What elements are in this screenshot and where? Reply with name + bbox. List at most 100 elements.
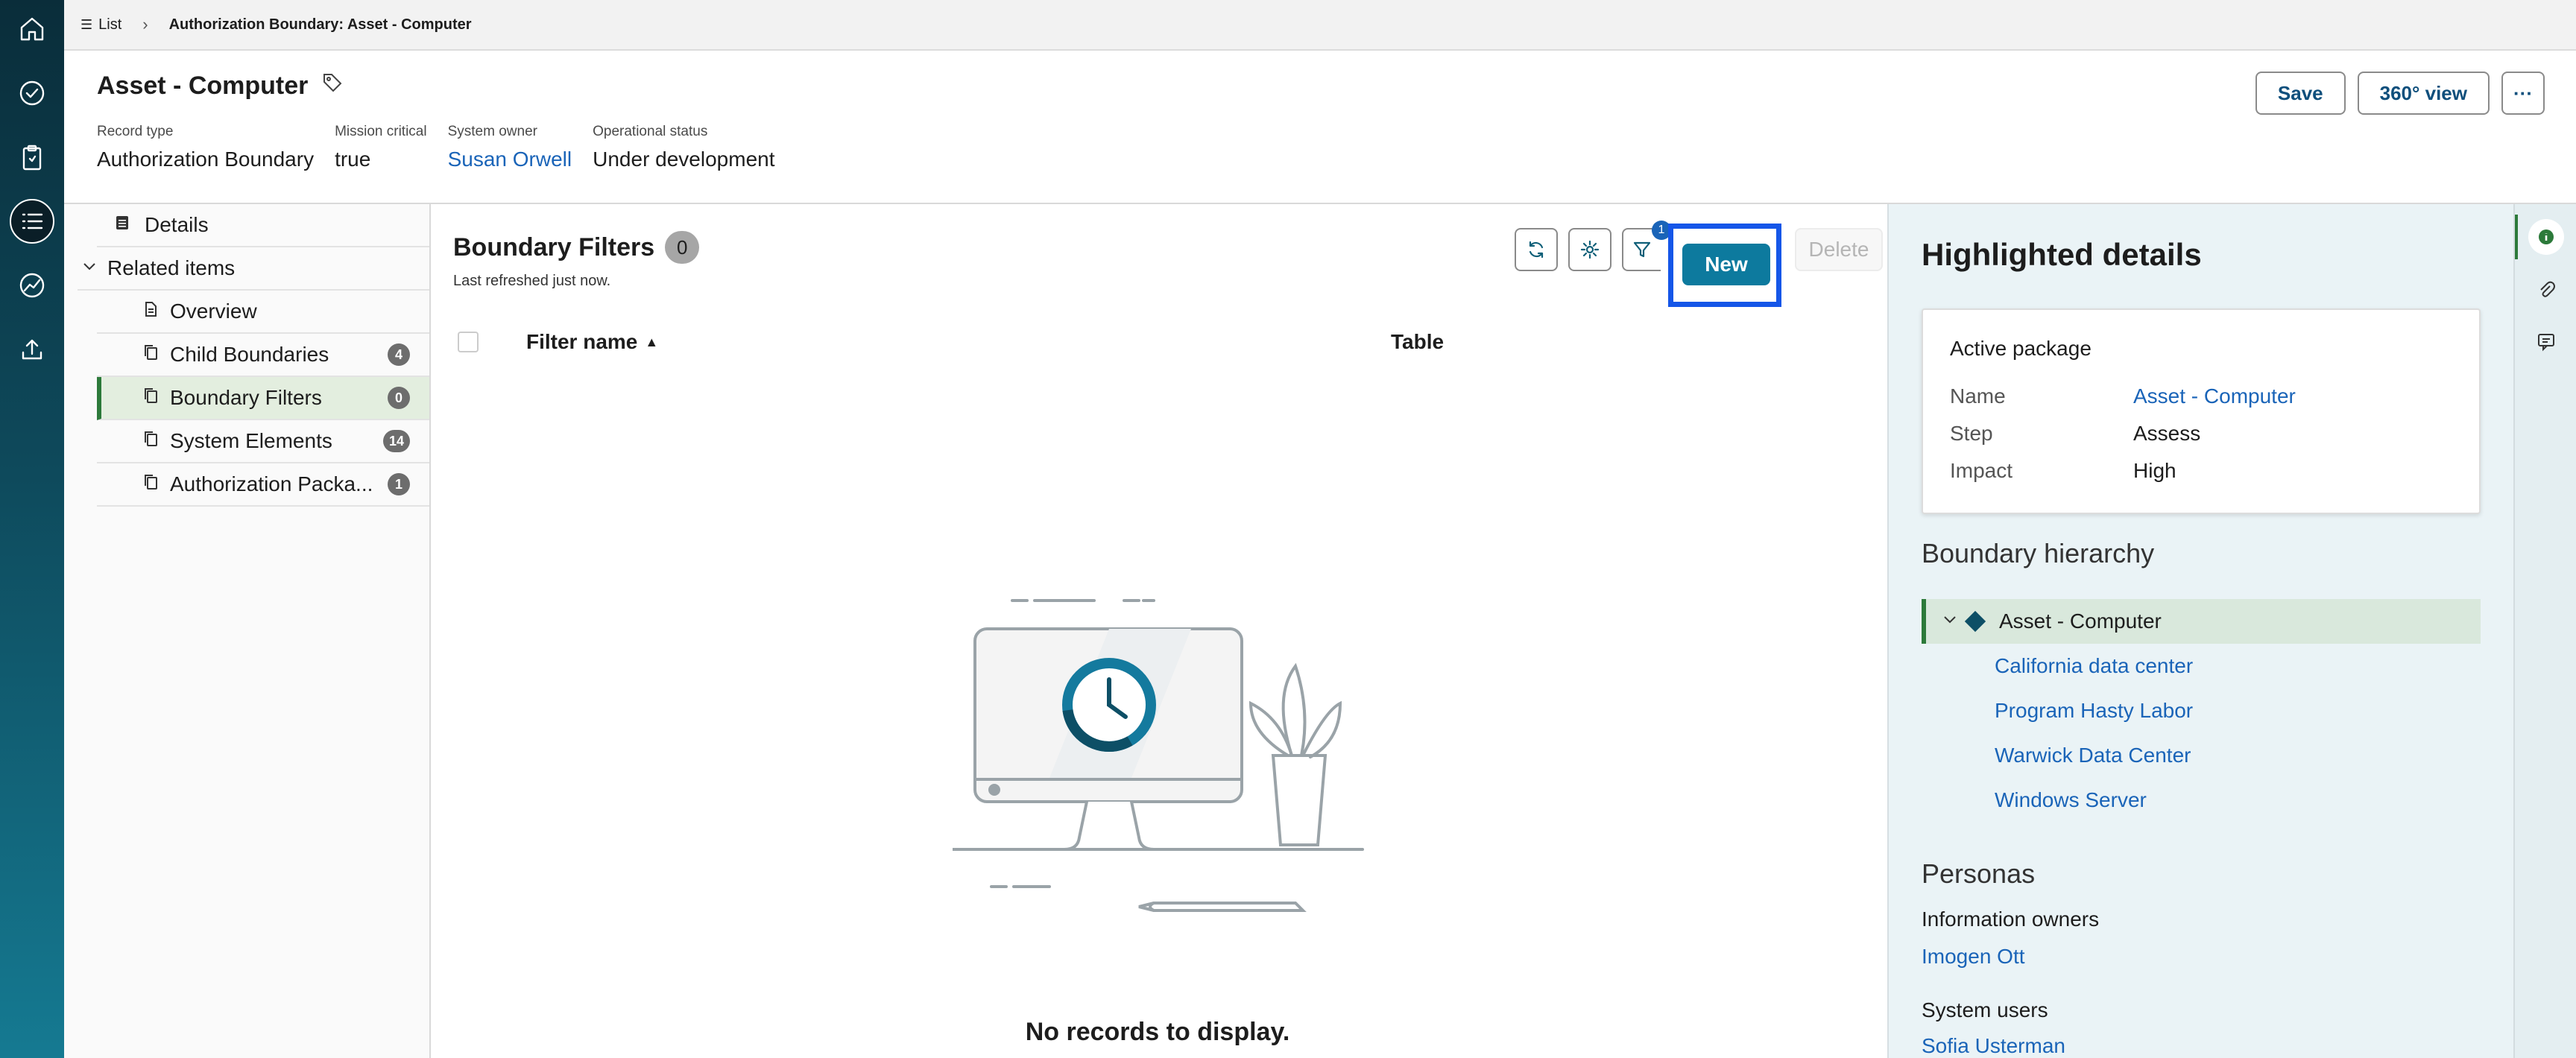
filter-icon <box>1633 241 1651 258</box>
comment-icon[interactable] <box>2528 323 2564 359</box>
header-actions: Save 360° view ··· <box>2255 72 2545 115</box>
record-title-text: Asset - Computer <box>97 72 309 100</box>
field-value: Authorization Boundary <box>97 148 315 171</box>
save-button[interactable]: Save <box>2255 72 2346 115</box>
highlighted-details-panel: Highlighted details Active package Name … <box>1887 204 2513 1058</box>
list-icon[interactable] <box>10 199 54 244</box>
related-item-child-boundaries[interactable]: Child Boundaries 4 <box>97 334 429 377</box>
hierarchy-child-link[interactable]: California data center <box>1995 654 2193 678</box>
gear-icon <box>1580 240 1600 259</box>
card-value: High <box>2133 459 2176 482</box>
highlighted-details-title: Highlighted details <box>1922 237 2202 272</box>
view-360-button[interactable]: 360° view <box>2357 72 2490 115</box>
breadcrumb-list-link[interactable]: ☰ List <box>80 16 121 34</box>
related-item-label: Boundary Filters <box>170 386 322 409</box>
list-toolbar: 1 New Delete <box>1515 221 1887 307</box>
settings-button[interactable] <box>1568 228 1611 271</box>
list-icon: ☰ <box>80 16 93 32</box>
related-item-label: Child Boundaries <box>170 343 329 366</box>
related-items-panel: Details Related items Overview Child Bou… <box>64 204 431 1058</box>
breadcrumb: ☰ List › Authorization Boundary: Asset -… <box>64 0 2576 51</box>
field-record-type: Record type Authorization Boundary <box>97 124 314 171</box>
boundary-hierarchy-title: Boundary hierarchy <box>1922 538 2155 568</box>
upload-icon[interactable] <box>13 331 51 368</box>
related-item-authorization-packages[interactable]: Authorization Packa... 1 <box>97 463 429 507</box>
record-fields: Record type Authorization Boundary Missi… <box>97 124 775 171</box>
boundary-filters-list: Boundary Filters 0 Last refreshed just n… <box>431 204 1887 1058</box>
chevron-down-icon <box>80 256 98 280</box>
side-utility-strip <box>2513 204 2576 1058</box>
related-items-label: Related items <box>107 256 236 279</box>
details-item[interactable]: Details <box>97 204 429 247</box>
hierarchy-child-link[interactable]: Warwick Data Center <box>1995 744 2191 767</box>
delete-button[interactable]: Delete <box>1795 228 1883 271</box>
field-value: Under development <box>593 148 775 171</box>
related-item-boundary-filters[interactable]: Boundary Filters 0 <box>97 377 429 420</box>
count-badge: 0 <box>388 387 410 409</box>
active-package-card: Active package Name Asset - Computer Ste… <box>1922 308 2481 514</box>
check-circle-icon[interactable] <box>13 75 51 112</box>
details-label: Details <box>145 213 209 236</box>
new-button[interactable]: New <box>1682 244 1770 285</box>
field-label: System owner <box>447 124 537 139</box>
analytics-icon[interactable] <box>13 267 51 304</box>
field-label: Mission critical <box>335 124 427 139</box>
system-user-link[interactable]: Sofia Usterman <box>1922 1034 2065 1058</box>
active-indicator <box>2515 215 2518 259</box>
count-badge: 14 <box>382 430 410 452</box>
field-operational-status: Operational status Under development <box>593 124 774 171</box>
related-item-overview[interactable]: Overview <box>97 291 429 334</box>
column-label: Filter name <box>526 330 638 353</box>
copy-icon <box>142 343 160 367</box>
field-system-owner: System owner Susan Orwell <box>448 124 572 171</box>
information-owner-link[interactable]: Imogen Ott <box>1922 945 2025 969</box>
select-all-checkbox[interactable] <box>458 332 479 352</box>
new-button-highlight: New <box>1668 224 1781 307</box>
field-label: Operational status <box>593 124 708 139</box>
list-title: Boundary Filters 0 <box>453 231 700 264</box>
personas-title: Personas <box>1922 858 2036 889</box>
diamond-icon <box>1964 610 1986 633</box>
column-label: Table <box>1391 330 1445 353</box>
empty-state-message: No records to display. <box>1025 1018 1290 1046</box>
card-key: Name <box>1950 384 2006 408</box>
system-owner-link[interactable]: Susan Orwell <box>448 148 572 171</box>
info-icon[interactable] <box>2528 219 2564 255</box>
clipboard-icon[interactable] <box>13 139 51 176</box>
home-icon[interactable] <box>13 10 51 48</box>
field-value: true <box>335 148 371 171</box>
copy-icon <box>142 429 160 453</box>
hierarchy-child-link[interactable]: Windows Server <box>1995 788 2147 812</box>
related-items-toggle[interactable]: Related items <box>78 247 429 291</box>
card-row-name: Name Asset - Computer <box>1950 384 2296 408</box>
document-icon <box>113 213 131 237</box>
card-key: Step <box>1950 422 1993 445</box>
hierarchy-root-label: Asset - Computer <box>1999 609 2162 633</box>
hierarchy-root[interactable]: Asset - Computer <box>1922 599 2481 644</box>
sort-ascending-icon: ▲ <box>645 334 659 349</box>
information-owners-label: Information owners <box>1922 907 2100 931</box>
more-options-button[interactable]: ··· <box>2501 72 2545 115</box>
empty-state-illustration <box>953 599 1364 912</box>
card-title: Active package <box>1950 337 2092 360</box>
column-filter-name[interactable]: Filter name ▲ <box>526 330 1391 354</box>
page-icon <box>142 300 160 323</box>
table-header: Filter name ▲ Table <box>453 323 1872 361</box>
refresh-icon <box>1529 241 1544 259</box>
hierarchy-child-link[interactable]: Program Hasty Labor <box>1995 699 2193 723</box>
copy-icon <box>142 386 160 410</box>
copy-icon <box>142 472 160 496</box>
system-users-label: System users <box>1922 998 2048 1021</box>
field-mission-critical: Mission critical true <box>335 124 427 171</box>
related-item-label: System Elements <box>170 429 332 452</box>
related-item-label: Authorization Packa... <box>170 472 373 495</box>
tag-icon[interactable] <box>321 72 344 101</box>
refresh-button[interactable] <box>1515 228 1558 271</box>
related-item-system-elements[interactable]: System Elements 14 <box>97 420 429 463</box>
chevron-down-icon <box>1941 609 1959 633</box>
count-badge: 1 <box>388 473 410 495</box>
record-title: Asset - Computer <box>97 72 344 101</box>
package-name-link[interactable]: Asset - Computer <box>2133 384 2296 408</box>
paperclip-icon[interactable] <box>2528 271 2564 307</box>
column-table[interactable]: Table <box>1391 330 1444 354</box>
